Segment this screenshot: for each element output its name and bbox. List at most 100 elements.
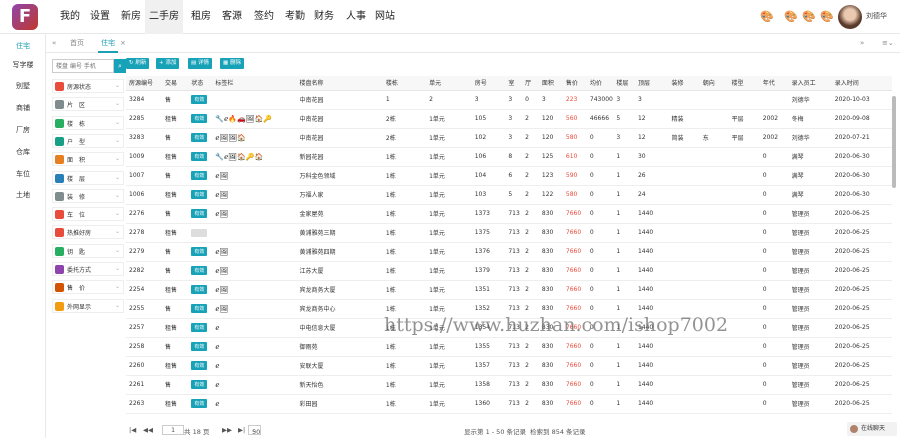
column-header[interactable]: 交易 xyxy=(162,76,189,91)
nav-item[interactable]: 设置 xyxy=(90,0,110,34)
nav-item[interactable]: 签约 xyxy=(254,0,274,34)
column-header[interactable]: 朝向 xyxy=(699,76,729,91)
column-header[interactable]: 厅 xyxy=(522,76,539,91)
sidebar-item[interactable]: 写字楼 xyxy=(0,60,46,70)
column-header[interactable]: 年代 xyxy=(759,76,789,91)
sidebar-item[interactable]: 别墅 xyxy=(0,81,46,91)
table-row[interactable]: 1006 租售 有效 ℯ🖼 万福人家 1栋 1单元 103 5 2 122 580 0 1 24 0 满琴 202… xyxy=(126,185,892,205)
tab-close-icon[interactable]: × xyxy=(120,34,126,53)
table-row[interactable]: 2261 售有效 ℯ 新天怡色 1栋 1单元 1358 713 2 830 7660 0 1 1440 0 管… xyxy=(126,375,892,395)
column-header[interactable]: 售价 xyxy=(562,76,587,91)
prev-page-icon[interactable]: ◀◀ xyxy=(143,426,153,434)
table-row[interactable]: 2285 租售 有效 🔧ℯ🔥🚗🖼🏠🔑 中南花园 2栋 1单元 105 3 2 120 560 46666… xyxy=(126,109,892,129)
sidebar-item[interactable]: 车位 xyxy=(0,169,46,179)
nav-item[interactable]: 新房 xyxy=(121,0,141,34)
column-header[interactable]: 标签栏 xyxy=(212,76,297,91)
palette-icon[interactable]: 🎨 xyxy=(820,10,834,23)
column-header[interactable]: 室 xyxy=(505,76,523,91)
nav-item[interactable]: 财务 xyxy=(314,0,334,34)
filter-row[interactable]: 售 价 ⌄ xyxy=(52,280,124,295)
sidebar-item[interactable]: 商铺 xyxy=(0,103,46,113)
sidebar-item[interactable]: 土地 xyxy=(0,190,46,200)
last-page-icon[interactable]: ▶| xyxy=(238,426,245,434)
table-row[interactable]: 2278 租售 —— 黄浦雅苑三期 1栋 1单元 1375 713 2 830 7660 0 1 1440… xyxy=(126,223,892,243)
column-header[interactable]: 录入员工 xyxy=(788,76,832,91)
column-header[interactable]: 顶层 xyxy=(634,76,669,91)
sidebar-item[interactable]: 仓库 xyxy=(0,147,46,157)
filter-row[interactable]: 车 位 ⌄ xyxy=(52,207,124,222)
filter-row[interactable]: 热推好房 ⌄ xyxy=(52,225,124,240)
palette-icon[interactable]: 🎨 xyxy=(802,10,816,23)
status-badge: 有效 xyxy=(191,209,208,218)
column-header[interactable]: 状态 xyxy=(188,76,213,91)
avatar[interactable] xyxy=(838,5,862,29)
column-header[interactable]: 录入时间 xyxy=(831,76,892,91)
table-row[interactable]: 2279 售有效 ℯ🖼 黄浦雅苑四期 1栋 1单元 1376 713 2 830 7660 0 1 144… xyxy=(126,242,892,262)
filter-row[interactable]: 户 型 ⌄ xyxy=(52,133,124,148)
chat-button[interactable]: 在线聊天 xyxy=(847,422,897,436)
filter-row[interactable]: 片 区 ⌄ xyxy=(52,97,124,112)
nav-item[interactable]: 考勤 xyxy=(285,0,305,34)
filter-row[interactable]: 房源状态 ⌄ xyxy=(52,79,124,93)
search-input[interactable] xyxy=(52,59,114,73)
detail-button[interactable]: ▤ 详情 xyxy=(188,58,212,69)
page-input[interactable]: 1 xyxy=(162,425,185,435)
column-header[interactable]: 面积 xyxy=(538,76,563,91)
nav-item[interactable]: 客源 xyxy=(222,0,242,34)
username[interactable]: 刘德华 xyxy=(866,11,887,21)
column-header[interactable]: 楼盘名称 xyxy=(296,76,383,91)
filter-row[interactable]: 外网显示 ⌄ xyxy=(52,298,124,313)
table-row[interactable]: 2282 售有效 ℯ🖼 江苏大厦 1栋 1单元 1379 713 2 830 7660 0 1 1440 0… xyxy=(126,261,892,281)
app-logo[interactable]: F xyxy=(12,4,38,30)
column-header[interactable]: 均价 xyxy=(586,76,614,91)
filter-row[interactable]: 楼 栋 ⌄ xyxy=(52,115,124,130)
table-cell: ℯ xyxy=(212,375,297,395)
table-row[interactable]: 1009 租售 有效 🔧ℯ🖼🏠🔑🏠 新园花园 1栋 1单元 106 8 2 125 610 0 1 30 0 满… xyxy=(126,147,892,167)
table-cell: ℯ🖼🖼🏠 xyxy=(212,128,297,148)
tab-residential[interactable]: 住宅 xyxy=(98,34,118,53)
filter-row[interactable]: 面 积 ⌄ xyxy=(52,152,124,167)
tab-next-icon[interactable]: » xyxy=(860,34,864,53)
column-header[interactable]: 楼栋 xyxy=(382,76,427,91)
search-button[interactable]: ⌕ xyxy=(114,59,126,73)
sidebar-item[interactable]: 住宅 xyxy=(0,41,46,51)
column-header[interactable]: 房源编号 xyxy=(126,76,163,91)
table-scrollbar[interactable] xyxy=(892,96,896,188)
next-page-icon[interactable]: ▶▶ xyxy=(222,426,232,434)
table-row[interactable]: 2263 租售 有效 ℯ 彩田园 1栋 1单元 1360 713 2 830 7660 0 1 1440 0 管… xyxy=(126,394,892,414)
column-header[interactable]: 单元 xyxy=(426,76,472,91)
refresh-button[interactable]: ↻ 刷新 xyxy=(126,58,150,69)
tab-prev-icon[interactable]: « xyxy=(52,34,56,53)
table-row[interactable]: 2258 售有效 ℯ 御雨苑 1栋 1单元 1355 713 2 830 7660 0 1 1440 0 管理… xyxy=(126,337,892,357)
filter-row[interactable]: 装 修 ⌄ xyxy=(52,188,124,203)
delete-button[interactable]: ▦ 删除 xyxy=(220,58,244,69)
page-size-select[interactable]: 50 ⌄ xyxy=(248,425,262,436)
table-row[interactable]: 2276 售有效 ℯ🖼 金家屋苑 1栋 1单元 1373 713 2 830 7660 0 1 1440 0… xyxy=(126,204,892,224)
tab-menu-icon[interactable]: ≡⌄ xyxy=(882,34,894,53)
tab-home[interactable]: 首页 xyxy=(70,34,84,53)
first-page-icon[interactable]: |◀ xyxy=(129,426,136,434)
nav-item[interactable]: 网站 xyxy=(375,0,395,34)
filter-row[interactable]: 钥 匙 ⌄ xyxy=(52,243,124,258)
table-row[interactable]: 3283 售有效 ℯ🖼🖼🏠 中南花园 2栋 1单元 102 3 2 120 580 0 3 12 简装东平层… xyxy=(126,128,892,148)
table-row[interactable]: 3284 售有效 中南花园 1 2 3 3 0 3 223 743000 3 3 刘德华 2020-10-0… xyxy=(126,90,892,110)
add-button[interactable]: + 添加 xyxy=(156,58,180,69)
table-row[interactable]: 2254 租售 有效 ℯ🖼 宾龙商务大厦 1栋 1单元 1351 713 2 830 7660 0 1 14… xyxy=(126,280,892,300)
column-header[interactable]: 装修 xyxy=(668,76,700,91)
filter-row[interactable]: 楼 层 ⌄ xyxy=(52,170,124,185)
table-row[interactable]: 1007 售有效 ℯ🖼 万科金色领域 1栋 1单元 104 6 2 123 590 0 1 26 0 满琴 20… xyxy=(126,166,892,186)
sidebar-item[interactable]: 厂房 xyxy=(0,125,46,135)
table-cell: 1 xyxy=(613,242,635,262)
nav-item[interactable]: 我的 xyxy=(60,0,80,34)
column-header[interactable]: 楼层 xyxy=(613,76,635,91)
palette-icon[interactable]: 🎨 xyxy=(760,10,774,23)
nav-item[interactable]: 人事 xyxy=(346,0,366,34)
table-row[interactable]: 2260 租售 有效 ℯ 安联大厦 1栋 1单元 1357 713 2 830 7660 0 1 1440 0… xyxy=(126,356,892,376)
filter-row[interactable]: 委托方式 ⌄ xyxy=(52,262,124,276)
nav-item[interactable]: 二手房 xyxy=(145,0,183,34)
column-header[interactable]: 楼型 xyxy=(728,76,760,91)
palette-icon[interactable]: 🎨 xyxy=(784,10,798,23)
nav-item[interactable]: 租房 xyxy=(191,0,211,34)
table-cell: 管理员 xyxy=(788,375,832,395)
column-header[interactable]: 房号 xyxy=(471,76,506,91)
